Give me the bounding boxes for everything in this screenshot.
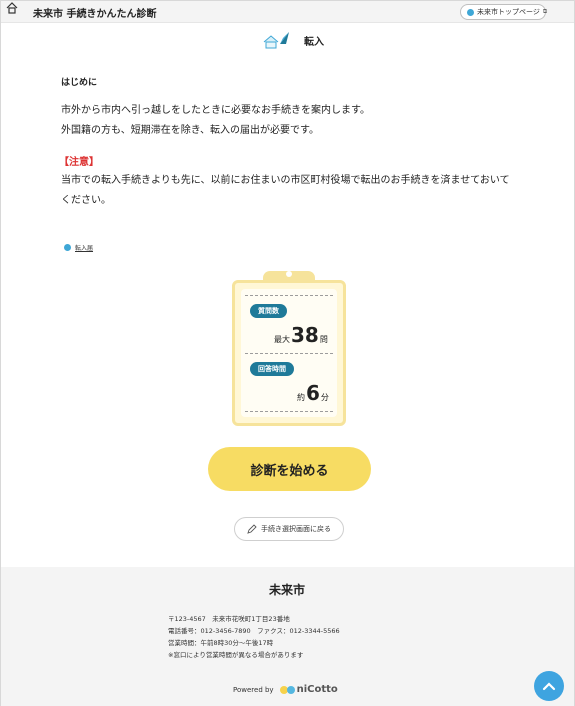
house-heading-icon [263, 32, 289, 49]
note-body: 当市での転入手続きよりも先に、以前にお住まいの市区町村役場で転出のお手続きを済ま… [61, 171, 531, 211]
questions-value: 38 [291, 323, 319, 347]
intro-line: 市外から市内へ引っ越しをしたときに必要なお手続きを案内します。 [61, 105, 370, 116]
time-value: 6 [306, 381, 320, 405]
procedure-tag-link[interactable]: 転入届 [64, 243, 93, 252]
footer-contact: 〒123-4567 未来市花咲町1丁目23番地 電話番号：012-3456-78… [168, 613, 340, 661]
logo-text: niCotto [296, 684, 338, 695]
questions-badge: 質問数 [250, 304, 287, 318]
scroll-to-top-button[interactable] [534, 671, 564, 701]
footer-title: 未来市 [269, 583, 306, 597]
time-badge: 回答時間 [250, 362, 294, 376]
back-button-label: 手続き選択画面に戻る [261, 525, 331, 533]
intro-title: はじめに [61, 78, 98, 88]
pencil-icon [247, 524, 257, 534]
page-heading: 転入 [262, 30, 324, 50]
divider [245, 295, 333, 296]
intro-line: 外国籍の方も、短期滞在を除き、転入の届出が必要です。 [61, 125, 319, 136]
start-diagnosis-button[interactable]: 診断を始める [208, 447, 371, 491]
footer-address: 〒123-4567 未来市花咲町1丁目23番地 [168, 615, 290, 623]
divider [245, 353, 333, 354]
top-page-link[interactable]: 未来市トップページ ⧉ [460, 4, 548, 20]
divider [245, 411, 333, 412]
site-title-link[interactable]: 未来市 手続きかんたん診断 [33, 5, 156, 20]
questions-unit: 問 [319, 335, 328, 344]
info-dot-icon [467, 8, 474, 16]
home-icon [6, 2, 18, 14]
footer-hours: 営業時間：午前8時30分～午後17時 [168, 639, 274, 647]
nicotto-logo[interactable]: niCotto [279, 684, 338, 695]
external-link-icon: ⧉ [542, 8, 548, 15]
note-line: ください。 [61, 195, 111, 206]
logo-circle-blue [286, 685, 295, 694]
footer-phone: 電話番号：012-3456-7890 ファクス：012-3344-5566 [168, 627, 340, 635]
clipboard-clip-hole [286, 271, 292, 277]
site-header: 未来市 手続きかんたん診断 未来市トップページ ⧉ [1, 1, 574, 23]
procedure-tag-label: 転入届 [75, 245, 94, 252]
footer-note: ※窓口により営業時間が異なる場合があります [168, 651, 304, 659]
questions-prefix: 最大 [274, 335, 290, 344]
time-unit: 分 [320, 393, 329, 402]
page-title: 転入 [304, 36, 324, 48]
answer-time: 約 6 分 [297, 381, 329, 405]
questions-count: 最大 38 問 [274, 323, 328, 347]
info-dot-icon [64, 244, 71, 251]
time-prefix: 約 [297, 393, 305, 402]
powered-by-label: Powered by [233, 685, 274, 694]
back-to-selection-button[interactable]: 手続き選択画面に戻る [234, 517, 344, 541]
note-title: 【注意】 [59, 157, 99, 168]
top-page-link-label: 未来市トップページ [477, 8, 540, 16]
note-line: 当市での転入手続きよりも先に、以前にお住まいの市区町村役場で転出のお手続きを済ま… [61, 175, 510, 186]
powered-by: Powered by niCotto [233, 684, 338, 695]
site-title: 未来市 手続きかんたん診断 [33, 9, 157, 20]
chevron-up-icon [542, 682, 556, 691]
intro-body: 市外から市内へ引っ越しをしたときに必要なお手続きを案内します。 外国籍の方も、短… [61, 101, 531, 141]
